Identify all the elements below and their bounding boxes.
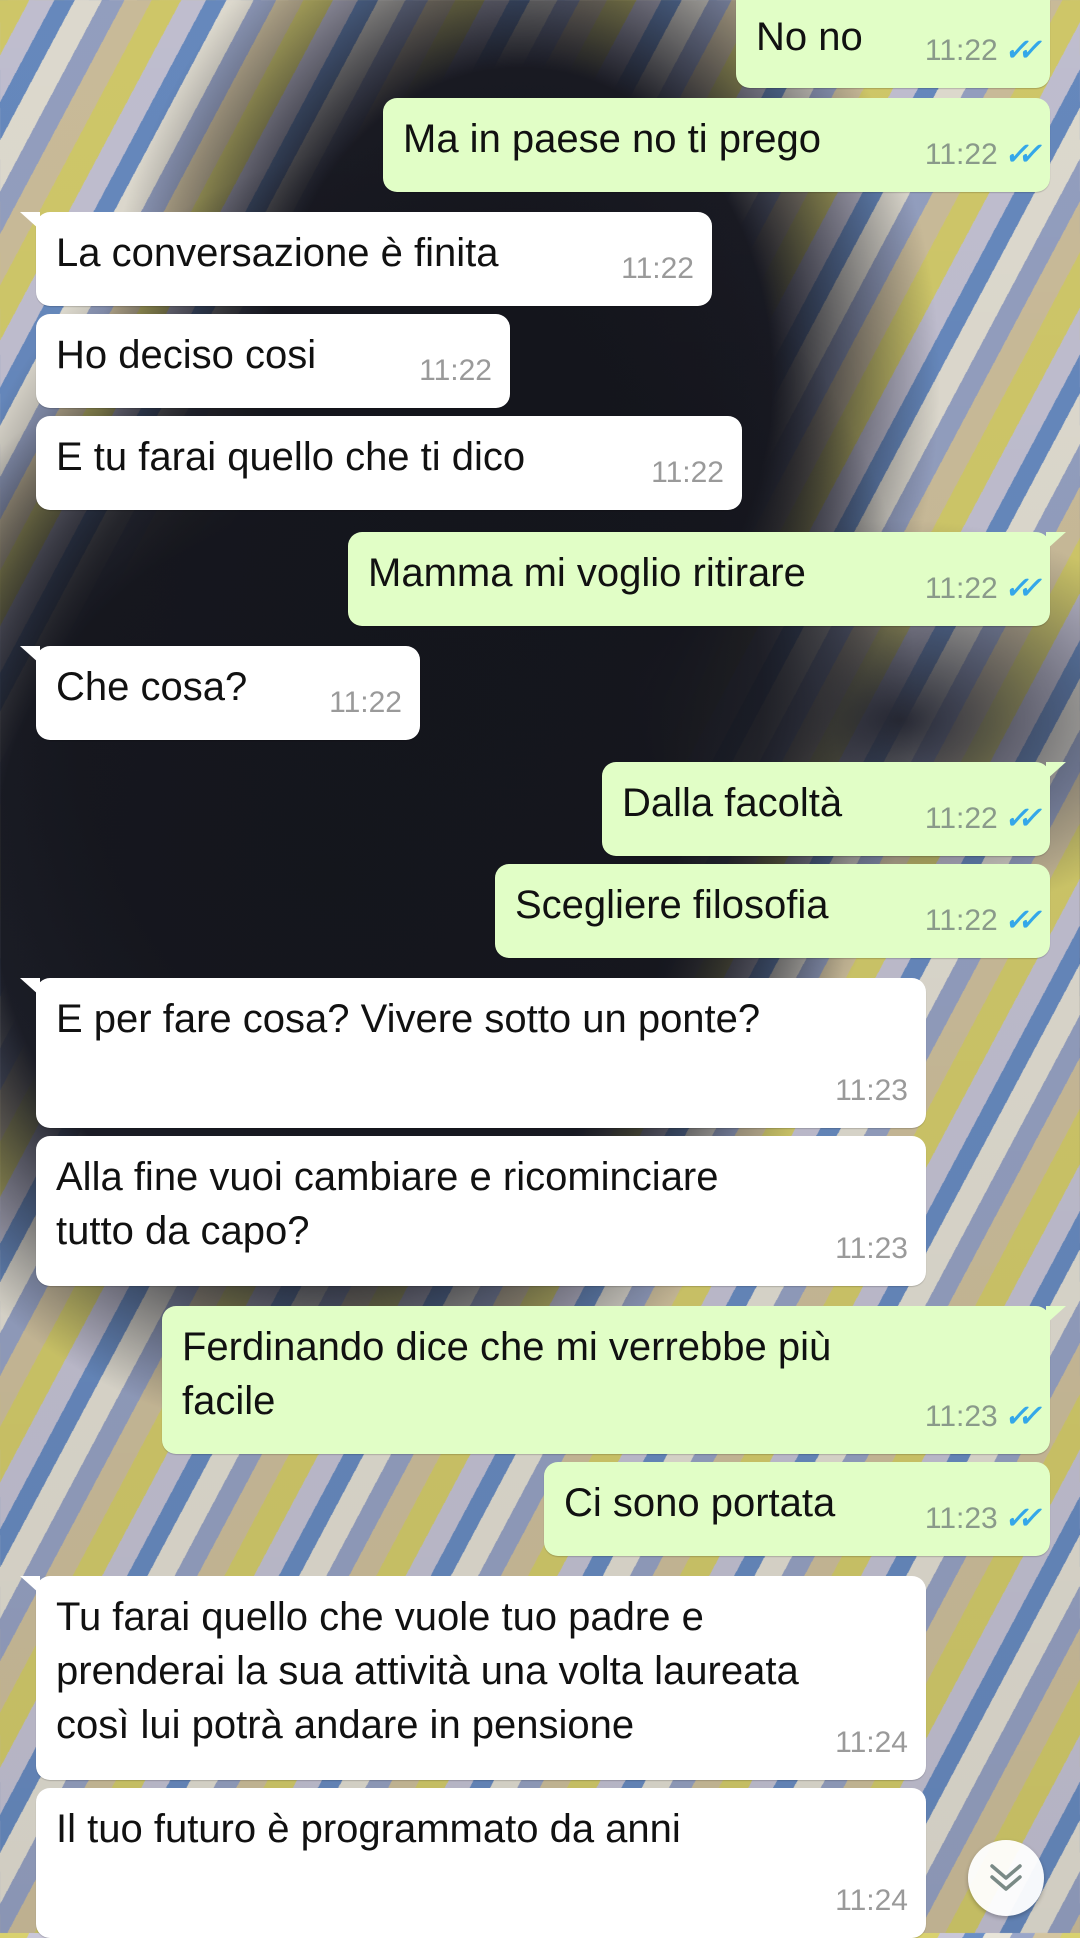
message-bubble-incoming[interactable]: E tu farai quello che ti dico 11:22 — [36, 416, 742, 510]
message-bubble-outgoing[interactable]: Scegliere filosofia 11:22 ✓✓ — [495, 864, 1050, 958]
message-bubble-incoming[interactable]: E per fare cosa? Vivere sotto un ponte? … — [20, 978, 926, 1128]
message-time: 11:22 — [924, 138, 998, 171]
double-check-icon: ✓✓ — [1002, 1502, 1036, 1535]
double-check-icon: ✓✓ — [1002, 904, 1036, 937]
message-text: Ci sono portata — [564, 1481, 836, 1525]
message-time: 11:22 — [651, 456, 724, 489]
message-bubble-outgoing[interactable]: Dalla facoltà 11:22 ✓✓ — [602, 762, 1066, 856]
message-time: 11:24 — [835, 1884, 908, 1917]
message-text: Ferdinando dice che mi verrebbe più faci… — [182, 1325, 832, 1423]
message-bubble-incoming[interactable]: Che cosa? 11:22 — [20, 646, 420, 740]
message-time: 11:22 — [419, 354, 492, 387]
message-time: 11:22 — [621, 252, 694, 285]
message-text: Mamma mi voglio ritirare — [368, 551, 806, 595]
message-text: Alla fine vuoi cambiare e ricominciare t… — [56, 1155, 719, 1253]
message-text: Tu farai quello che vuole tuo padre e pr… — [56, 1595, 799, 1747]
scroll-to-bottom-button[interactable] — [968, 1840, 1044, 1916]
message-time: 11:22 — [329, 686, 402, 719]
message-bubble-outgoing[interactable]: Ferdinando dice che mi verrebbe più faci… — [162, 1306, 1066, 1454]
message-text: No no — [756, 15, 863, 59]
message-time: 11:24 — [835, 1726, 908, 1759]
message-text: Il tuo futuro è programmato da anni — [56, 1807, 681, 1851]
double-check-icon: ✓✓ — [1002, 802, 1036, 835]
message-bubble-incoming[interactable]: Tu farai quello che vuole tuo padre e pr… — [20, 1576, 926, 1780]
message-text: Ma in paese no ti prego — [403, 117, 822, 161]
message-text: E per fare cosa? Vivere sotto un ponte? — [56, 997, 761, 1041]
message-text: Dalla facoltà — [622, 781, 843, 825]
message-bubble-incoming[interactable]: Il tuo futuro è programmato da anni 11:2… — [36, 1788, 926, 1938]
message-text: E tu farai quello che ti dico — [56, 435, 526, 479]
chat-message-list[interactable]: No no 11:22 ✓✓ Ma in paese no ti prego 11… — [0, 0, 1080, 1938]
message-bubble-incoming[interactable]: Alla fine vuoi cambiare e ricominciare t… — [36, 1136, 926, 1286]
message-text: La conversazione è finita — [56, 231, 499, 275]
message-time: 11:22 — [924, 802, 998, 835]
message-time: 11:23 — [835, 1232, 908, 1265]
message-time: 11:22 — [924, 34, 998, 67]
message-bubble-outgoing[interactable]: Ci sono portata 11:23 ✓✓ — [544, 1462, 1050, 1556]
message-text: Che cosa? — [56, 665, 248, 709]
double-check-icon: ✓✓ — [1002, 34, 1036, 67]
message-time: 11:23 — [835, 1074, 908, 1107]
message-bubble-outgoing[interactable]: Ma in paese no ti prego 11:22 ✓✓ — [383, 98, 1050, 192]
message-bubble-outgoing[interactable]: No no 11:22 ✓✓ — [736, 0, 1066, 88]
message-time: 11:22 — [924, 572, 998, 605]
message-bubble-incoming[interactable]: Ho deciso cosi 11:22 — [36, 314, 510, 408]
message-time: 11:23 — [924, 1400, 998, 1433]
double-check-icon: ✓✓ — [1002, 572, 1036, 605]
message-time: 11:22 — [924, 904, 998, 937]
message-bubble-outgoing[interactable]: Mamma mi voglio ritirare 11:22 ✓✓ — [348, 532, 1066, 626]
message-time: 11:23 — [924, 1502, 998, 1535]
message-text: Scegliere filosofia — [515, 883, 829, 927]
double-check-icon: ✓✓ — [1002, 138, 1036, 171]
chevron-double-down-icon — [990, 1864, 1022, 1891]
message-bubble-incoming[interactable]: La conversazione è finita 11:22 — [20, 212, 712, 306]
message-text: Ho deciso cosi — [56, 333, 317, 377]
double-check-icon: ✓✓ — [1002, 1400, 1036, 1433]
